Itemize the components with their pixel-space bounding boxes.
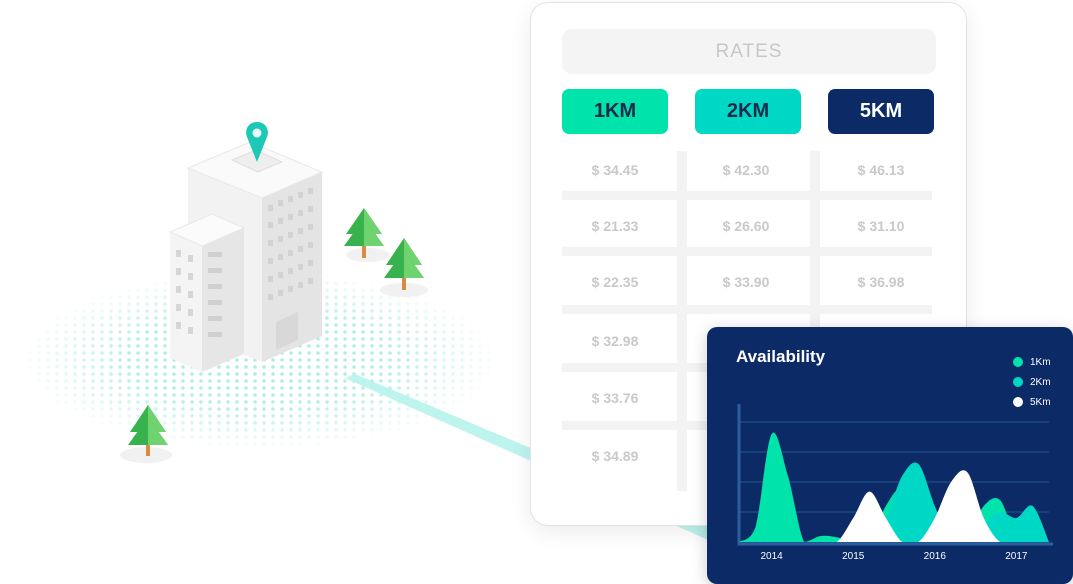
- legend-label-5km: 5Km: [1030, 396, 1051, 408]
- table-cell: $ 21.33: [591, 218, 639, 234]
- table-cell: $ 42.30: [722, 162, 770, 178]
- tab-2km[interactable]: 2KM: [695, 89, 801, 134]
- table-cell: $ 33.90: [722, 274, 770, 290]
- table-divider: [562, 191, 932, 200]
- legend-item-5km: 5Km: [1013, 392, 1051, 412]
- rates-header: RATES: [562, 29, 936, 74]
- x-tick-label: 2017: [1005, 551, 1028, 562]
- table-cell: $ 33.76: [591, 390, 639, 406]
- legend-item-2km: 2Km: [1013, 372, 1051, 392]
- legend-label-1km: 1Km: [1030, 356, 1051, 368]
- availability-card: 2014 2015 2016 2017 Availability 1Km 2Km 5K…: [707, 327, 1073, 584]
- table-cell: $ 46.13: [857, 162, 905, 178]
- legend-label-2km: 2Km: [1030, 376, 1051, 388]
- table-divider: [677, 151, 687, 491]
- legend-dot-2km: [1013, 377, 1023, 387]
- table-cell: $ 34.89: [591, 448, 639, 464]
- tab-1km[interactable]: 1KM: [562, 89, 668, 134]
- table-divider: [562, 247, 932, 256]
- x-tick-label: 2014: [761, 551, 784, 562]
- table-cell: $ 32.98: [591, 333, 639, 349]
- tree-icon: [344, 208, 390, 262]
- table-cell: $ 36.98: [857, 274, 905, 290]
- table-cell: $ 31.10: [857, 218, 905, 234]
- availability-title: Availability: [736, 347, 826, 366]
- x-tick-label: 2015: [842, 551, 865, 562]
- x-tick-label: 2016: [924, 551, 947, 562]
- chart-legend: 1Km 2Km 5Km: [1013, 352, 1051, 412]
- legend-item-1km: 1Km: [1013, 352, 1051, 372]
- table-cell: $ 22.35: [591, 274, 639, 290]
- office-building: [168, 141, 324, 372]
- legend-dot-5km: [1013, 397, 1023, 407]
- legend-dot-1km: [1013, 357, 1023, 367]
- table-cell: $ 26.60: [722, 218, 770, 234]
- table-cell: $ 34.45: [591, 162, 639, 178]
- tree-icon: [380, 238, 428, 297]
- table-divider: [562, 305, 932, 314]
- tab-5km[interactable]: 5KM: [828, 89, 934, 134]
